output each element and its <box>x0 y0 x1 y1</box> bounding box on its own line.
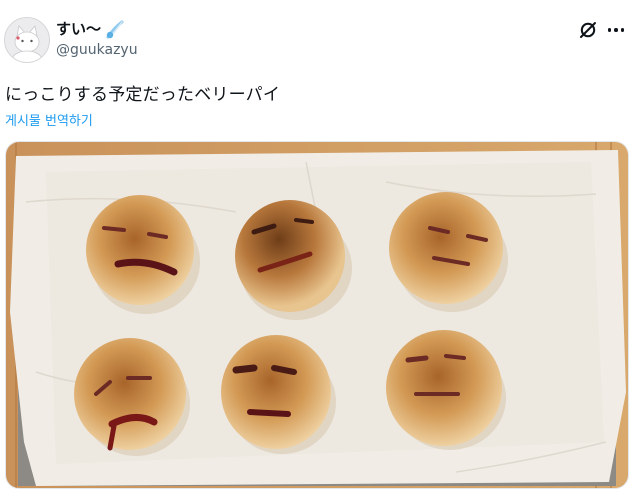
post-photo[interactable] <box>5 141 629 489</box>
display-name[interactable]: すい〜 <box>56 18 101 39</box>
author-name-row: すい〜 <box>56 18 125 39</box>
grok-button[interactable] <box>578 20 598 40</box>
avatar[interactable] <box>4 17 50 63</box>
grok-icon <box>580 22 596 38</box>
comet-emoji-icon <box>106 20 124 38</box>
more-icon <box>607 28 612 32</box>
cat-avatar-icon <box>5 18 49 62</box>
more-button[interactable] <box>604 20 628 40</box>
post-text: にっこりする予定だったベリーパイ <box>5 85 281 105</box>
author-handle[interactable]: @guukazyu <box>56 42 138 58</box>
pies-photo-image <box>6 142 628 488</box>
translate-post-link[interactable]: 게시물 번역하기 <box>5 110 93 129</box>
